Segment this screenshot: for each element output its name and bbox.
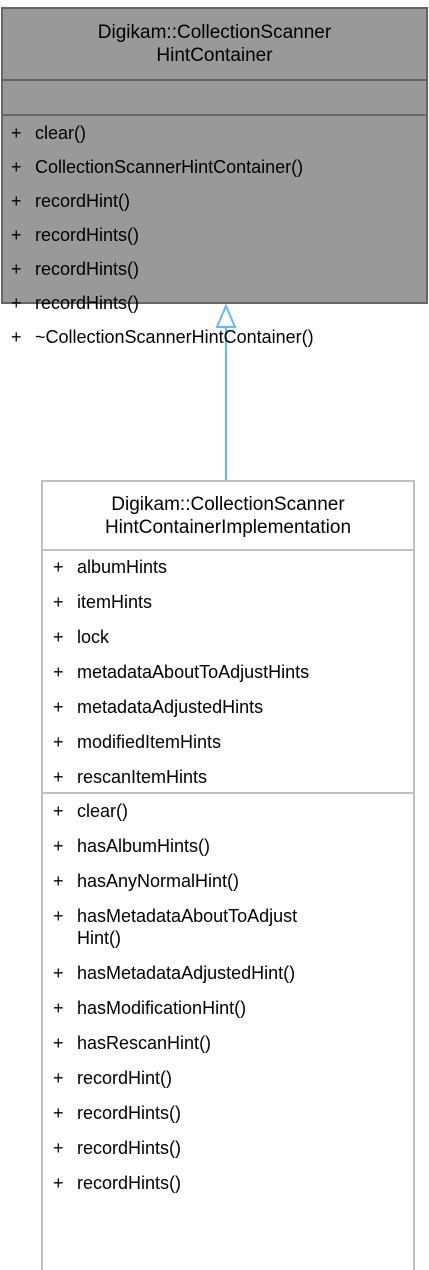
member-name: clear() xyxy=(35,123,87,143)
member-name: itemHints xyxy=(77,592,153,612)
visibility-marker: + xyxy=(53,1103,64,1123)
member-name: hasAnyNormalHint() xyxy=(77,871,240,891)
operation-row[interactable]: + recordHints() xyxy=(43,1137,413,1159)
operation-row[interactable]: + hasAlbumHints() xyxy=(43,835,413,857)
visibility-marker: + xyxy=(11,225,22,245)
visibility-marker: + xyxy=(11,293,22,313)
member-name: recordHint() xyxy=(35,191,131,211)
operation-row[interactable]: + recordHints() xyxy=(43,1102,413,1124)
visibility-marker: + xyxy=(53,1138,64,1158)
member-name: recordHints() xyxy=(77,1173,182,1193)
derived-class-name: Digikam::CollectionScanner HintContainer… xyxy=(104,493,352,538)
visibility-marker: + xyxy=(53,662,64,682)
derived-class-box[interactable]: Digikam::CollectionScanner HintContainer… xyxy=(41,480,415,1270)
operation-row[interactable]: + recordHint() xyxy=(43,1067,413,1089)
operation-row[interactable]: + recordHints() xyxy=(3,292,426,314)
attribute-row[interactable]: + metadataAdjustedHints xyxy=(43,696,413,718)
operation-row[interactable]: + recordHints() xyxy=(3,258,426,280)
member-name: albumHints xyxy=(77,557,168,577)
member-name: hasMetadataAboutToAdjust Hint() xyxy=(77,906,298,948)
visibility-marker: + xyxy=(53,836,64,856)
member-name: recordHints() xyxy=(77,1103,182,1123)
operation-row[interactable]: + ~CollectionScannerHintContainer() xyxy=(3,326,426,348)
derived-class-operations: + clear() + hasAlbumHints() + hasAnyNormalHin… xyxy=(43,794,413,1194)
base-class-name: Digikam::CollectionScanner HintContainer xyxy=(97,22,332,66)
attribute-row[interactable]: + albumHints xyxy=(43,556,413,578)
visibility-marker: + xyxy=(53,871,64,891)
operation-row[interactable]: + recordHints() xyxy=(43,1172,413,1194)
visibility-marker: + xyxy=(11,259,22,279)
visibility-marker: + xyxy=(53,801,64,821)
visibility-marker: + xyxy=(11,157,22,177)
member-name: ~CollectionScannerHintContainer() xyxy=(35,327,314,347)
member-name: rescanItemHints xyxy=(77,767,208,787)
visibility-marker: + xyxy=(11,191,22,211)
attribute-row[interactable]: + modifiedItemHints xyxy=(43,731,413,753)
derived-class-title: Digikam::CollectionScanner HintContainer… xyxy=(43,482,413,551)
visibility-marker: + xyxy=(53,767,64,787)
attribute-row[interactable]: + metadataAboutToAdjustHints xyxy=(43,661,413,683)
member-name: clear() xyxy=(77,801,129,821)
member-name: recordHint() xyxy=(77,1068,173,1088)
operation-row[interactable]: + hasModificationHint() xyxy=(43,997,413,1019)
visibility-marker: + xyxy=(53,592,64,612)
operation-row[interactable]: + hasRescanHint() xyxy=(43,1032,413,1054)
member-name: recordHints() xyxy=(35,259,140,279)
member-name: hasModificationHint() xyxy=(77,998,247,1018)
member-name: recordHints() xyxy=(77,1138,182,1158)
visibility-marker: + xyxy=(53,697,64,717)
operation-row[interactable]: + CollectionScannerHintContainer() xyxy=(3,156,426,178)
base-class-title: Digikam::CollectionScanner HintContainer xyxy=(3,9,426,81)
member-name: hasAlbumHints() xyxy=(77,836,211,856)
member-name: modifiedItemHints xyxy=(77,732,222,752)
member-name: metadataAdjustedHints xyxy=(77,697,264,717)
visibility-marker: + xyxy=(53,906,64,926)
member-name: recordHints() xyxy=(35,225,140,245)
visibility-marker: + xyxy=(53,1033,64,1053)
visibility-marker: + xyxy=(53,998,64,1018)
derived-class-attributes: + albumHints + itemHints + lock + metadataAbout… xyxy=(43,551,413,794)
attribute-row[interactable]: + rescanItemHints xyxy=(43,766,413,788)
attribute-row[interactable]: + lock xyxy=(43,626,413,648)
visibility-marker: + xyxy=(53,732,64,752)
member-name: hasRescanHint() xyxy=(77,1033,212,1053)
visibility-marker: + xyxy=(53,627,64,647)
visibility-marker: + xyxy=(53,963,64,983)
base-class-attributes xyxy=(3,81,426,116)
member-name: recordHints() xyxy=(35,293,140,313)
member-name: hasMetadataAdjustedHint() xyxy=(77,963,296,983)
member-name: metadataAboutToAdjustHints xyxy=(77,662,310,682)
operation-row[interactable]: + clear() xyxy=(43,800,413,822)
visibility-marker: + xyxy=(53,1173,64,1193)
visibility-marker: + xyxy=(53,557,64,577)
attribute-row[interactable]: + itemHints xyxy=(43,591,413,613)
operation-row[interactable]: + recordHints() xyxy=(3,224,426,246)
visibility-marker: + xyxy=(11,327,22,347)
operation-row[interactable]: + clear() xyxy=(3,122,426,144)
operation-row[interactable]: + recordHint() xyxy=(3,190,426,212)
operation-row[interactable]: + hasAnyNormalHint() xyxy=(43,870,413,892)
visibility-marker: + xyxy=(53,1068,64,1088)
operation-row[interactable]: + hasMetadataAboutToAdjust Hint() xyxy=(43,905,413,949)
member-name: CollectionScannerHintContainer() xyxy=(35,157,304,177)
visibility-marker: + xyxy=(11,123,22,143)
operation-row[interactable]: + hasMetadataAdjustedHint() xyxy=(43,962,413,984)
member-name: lock xyxy=(77,627,110,647)
base-class-box[interactable]: Digikam::CollectionScanner HintContainer… xyxy=(1,7,428,347)
base-class-operations: + clear() + CollectionScannerHintContainer(… xyxy=(3,116,426,348)
